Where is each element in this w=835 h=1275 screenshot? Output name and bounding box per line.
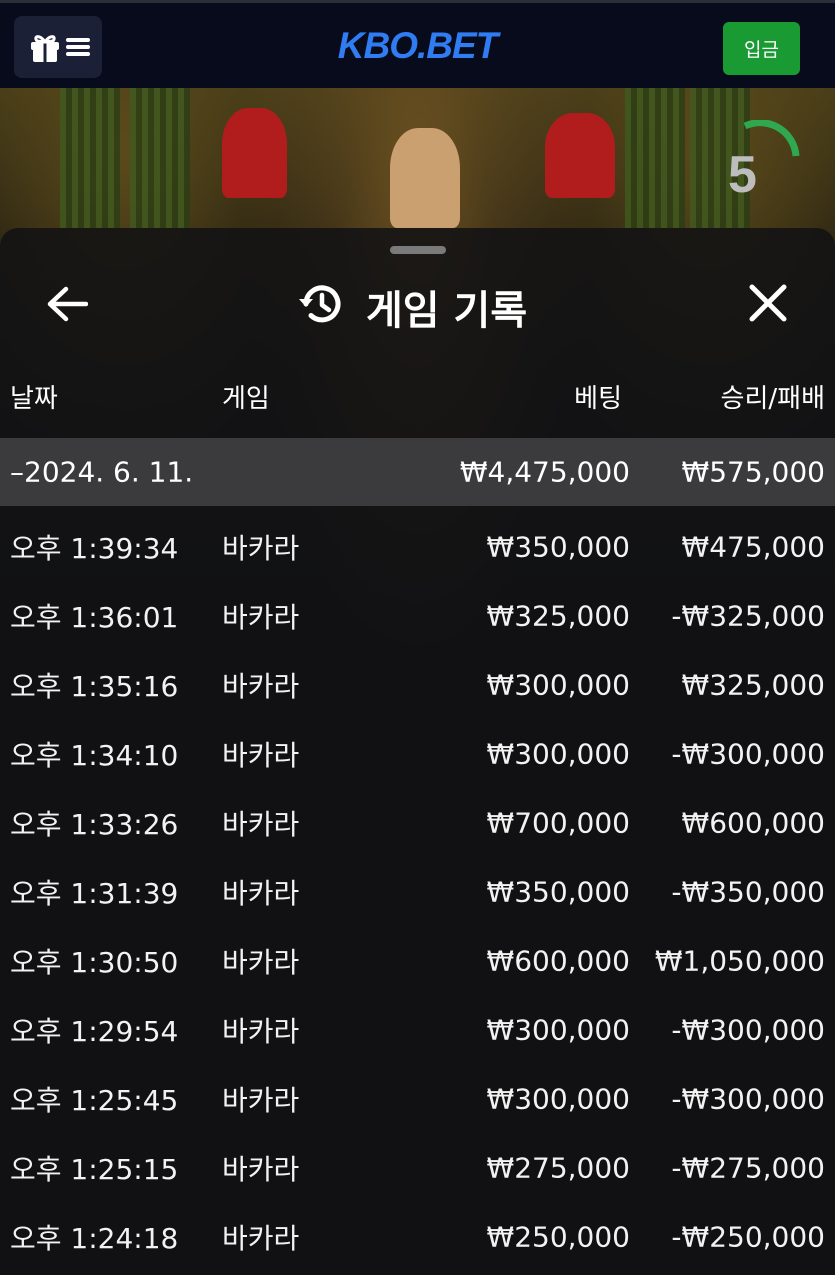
row-game: 바카라 <box>222 738 300 772</box>
row-time: 오후 1:34:10 <box>10 738 179 772</box>
table-row[interactable]: 오후 1:24:18 바카라 ₩250,000 -₩250,000 <box>0 1202 835 1271</box>
table-row[interactable]: 오후 1:30:50 바카라 ₩600,000 ₩1,050,000 <box>0 926 835 995</box>
row-bet: ₩350,000 <box>486 530 630 563</box>
row-bet: ₩325,000 <box>486 599 630 632</box>
row-time: 오후 1:35:16 <box>10 669 179 703</box>
row-result: -₩250,000 <box>671 1220 825 1253</box>
row-game: 바카라 <box>222 876 300 910</box>
row-bet: ₩300,000 <box>486 737 630 770</box>
row-time: 오후 1:30:50 <box>10 945 179 979</box>
row-time: 오후 1:33:26 <box>10 807 179 841</box>
row-bet: ₩700,000 <box>486 806 630 839</box>
row-game: 바카라 <box>222 945 300 979</box>
top-bar: KBO.BET 입금 <box>0 0 835 88</box>
panel-title: 게임 기록 <box>366 288 528 334</box>
row-bet: ₩300,000 <box>486 1013 630 1046</box>
row-bet: ₩250,000 <box>486 1220 630 1253</box>
column-header-bet[interactable]: 베팅 <box>574 378 622 415</box>
row-bet: ₩350,000 <box>486 875 630 908</box>
table-row[interactable]: 오후 1:34:10 바카라 ₩300,000 -₩300,000 <box>0 719 835 788</box>
row-result: -₩300,000 <box>671 1013 825 1046</box>
row-game: 바카라 <box>222 807 300 841</box>
column-header-date[interactable]: 날짜 <box>10 378 58 415</box>
deposit-button[interactable]: 입금 <box>723 22 800 75</box>
history-rows: 오후 1:39:34 바카라 ₩350,000 ₩475,000 오후 1:36:01 바… <box>0 512 835 1271</box>
row-game: 바카라 <box>222 1152 300 1186</box>
dealer-center <box>390 128 460 228</box>
row-result: -₩300,000 <box>671 737 825 770</box>
column-header-game[interactable]: 게임 <box>222 378 270 415</box>
row-time: 오후 1:24:18 <box>10 1221 179 1255</box>
row-bet: ₩300,000 <box>486 668 630 701</box>
close-icon[interactable] <box>748 283 788 323</box>
row-time: 오후 1:31:39 <box>10 876 179 910</box>
row-game: 바카라 <box>222 1014 300 1048</box>
row-result: -₩350,000 <box>671 875 825 908</box>
row-result: -₩300,000 <box>671 1082 825 1115</box>
row-time: 오후 1:25:45 <box>10 1083 179 1117</box>
row-result: ₩325,000 <box>681 668 825 701</box>
summary-win-loss-total: ₩575,000 <box>681 455 825 489</box>
row-time: 오후 1:29:54 <box>10 1014 179 1048</box>
site-logo[interactable]: KBO.BET <box>0 25 835 67</box>
row-time: 오후 1:36:01 <box>10 600 179 634</box>
summary-date: –2024. 6. 11. <box>10 455 194 489</box>
row-game: 바카라 <box>222 600 300 634</box>
row-result: -₩275,000 <box>671 1151 825 1184</box>
back-arrow-icon[interactable] <box>46 286 88 322</box>
dealer-right <box>545 113 615 198</box>
row-game: 바카라 <box>222 1221 300 1255</box>
row-result: ₩1,050,000 <box>654 944 825 977</box>
row-game: 바카라 <box>222 1083 300 1117</box>
table-row[interactable]: 오후 1:25:15 바카라 ₩275,000 -₩275,000 <box>0 1133 835 1202</box>
row-bet: ₩275,000 <box>486 1151 630 1184</box>
row-game: 바카라 <box>222 531 300 565</box>
row-game: 바카라 <box>222 669 300 703</box>
dealer-left <box>222 108 287 198</box>
game-history-panel: 게임 기록 날짜 게임 베팅 승리/패배 –2024. 6. 11. ₩4,47… <box>0 228 835 1275</box>
countdown-timer: 5 <box>728 146 757 204</box>
row-time: 오후 1:25:15 <box>10 1152 179 1186</box>
table-row[interactable]: 오후 1:25:45 바카라 ₩300,000 -₩300,000 <box>0 1064 835 1133</box>
row-bet: ₩300,000 <box>486 1082 630 1115</box>
table-row[interactable]: 오후 1:33:26 바카라 ₩700,000 ₩600,000 <box>0 788 835 857</box>
row-result: ₩600,000 <box>681 806 825 839</box>
table-row[interactable]: 오후 1:35:16 바카라 ₩300,000 ₩325,000 <box>0 650 835 719</box>
table-row[interactable]: 오후 1:31:39 바카라 ₩350,000 -₩350,000 <box>0 857 835 926</box>
column-header-win-loss[interactable]: 승리/패배 <box>721 378 825 415</box>
row-time: 오후 1:39:34 <box>10 531 179 565</box>
table-row[interactable]: 오후 1:36:01 바카라 ₩325,000 -₩325,000 <box>0 581 835 650</box>
table-row[interactable]: 오후 1:39:34 바카라 ₩350,000 ₩475,000 <box>0 512 835 581</box>
drag-handle[interactable] <box>390 246 446 254</box>
row-result: ₩475,000 <box>681 530 825 563</box>
row-result: -₩325,000 <box>671 599 825 632</box>
table-header: 날짜 게임 베팅 승리/패배 <box>0 378 835 428</box>
row-bet: ₩600,000 <box>486 944 630 977</box>
summary-bet-total: ₩4,475,000 <box>459 455 630 489</box>
history-icon <box>299 285 341 323</box>
date-summary-row[interactable]: –2024. 6. 11. ₩4,475,000 ₩575,000 <box>0 438 835 506</box>
table-row[interactable]: 오후 1:29:54 바카라 ₩300,000 -₩300,000 <box>0 995 835 1064</box>
